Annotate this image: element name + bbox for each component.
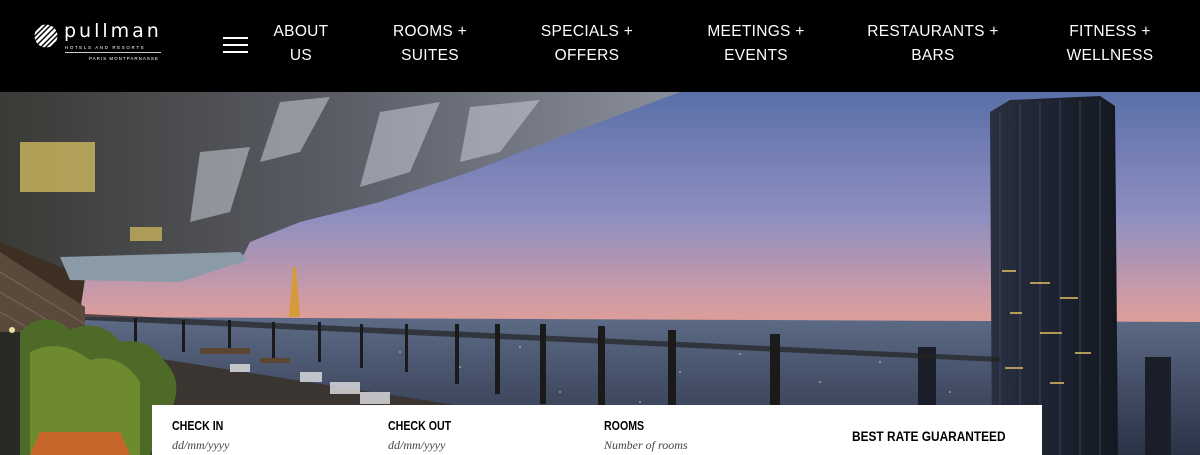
site-header: pullman HOTELS AND RESORTS PARIS MONTPAR… — [0, 0, 1200, 92]
rooms-field[interactable]: ROOMS Number of rooms — [604, 419, 688, 453]
nav-about-us[interactable]: ABOUT US — [270, 20, 332, 68]
logo-divider — [65, 52, 161, 53]
nav-label: FITNESS + — [1069, 23, 1151, 40]
nav-label: ABOUT — [273, 23, 329, 40]
nav-label: OFFERS — [554, 47, 620, 64]
check-in-placeholder: dd/mm/yyyy — [172, 438, 230, 452]
brand-tagline: HOTELS AND RESORTS — [65, 45, 146, 50]
nav-specials-offers[interactable]: SPECIALS + OFFERS — [536, 20, 638, 68]
pullman-logo[interactable]: pullman HOTELS AND RESORTS PARIS MONTPAR… — [34, 20, 174, 70]
check-out-field[interactable]: CHECK OUT dd/mm/yyyy — [388, 419, 462, 453]
check-out-label: CHECK OUT — [388, 419, 452, 433]
nav-restaurants-bars[interactable]: RESTAURANTS + BARS — [863, 20, 1003, 68]
booking-panel: CHECK IN dd/mm/yyyy CHECK OUT dd/mm/yyyy… — [152, 405, 1042, 455]
brand-location: PARIS MONTPARNASSE — [89, 56, 159, 61]
nav-fitness-wellness[interactable]: FITNESS + WELLNESS — [1064, 20, 1156, 68]
nav-label: RESTAURANTS + — [867, 23, 999, 40]
best-rate-guaranteed: BEST RATE GUARANTEED — [852, 429, 1006, 444]
rooms-label: ROOMS — [604, 419, 645, 433]
nav-label: BARS — [911, 47, 955, 64]
hero-image — [0, 92, 1200, 455]
nav-meetings-events[interactable]: MEETINGS + EVENTS — [699, 20, 813, 68]
nav-label: SPECIALS + — [540, 23, 634, 40]
brand-name: pullman — [64, 20, 162, 42]
rooms-placeholder: Number of rooms — [604, 438, 688, 452]
nav-label: SUITES — [401, 47, 459, 64]
nav-label: EVENTS — [724, 47, 788, 64]
check-in-label: CHECK IN — [172, 419, 224, 433]
nav-label: ROOMS + — [392, 23, 467, 40]
pullman-logo-icon — [34, 24, 58, 48]
nav-label: WELLNESS — [1066, 47, 1154, 64]
nav-label: MEETINGS + — [707, 23, 805, 40]
nav-rooms-suites[interactable]: ROOMS + SUITES — [385, 20, 475, 68]
hamburger-menu-icon[interactable] — [223, 37, 249, 55]
check-in-field[interactable]: CHECK IN dd/mm/yyyy — [172, 419, 232, 453]
nav-label: US — [289, 47, 313, 64]
check-out-placeholder: dd/mm/yyyy — [388, 438, 446, 452]
